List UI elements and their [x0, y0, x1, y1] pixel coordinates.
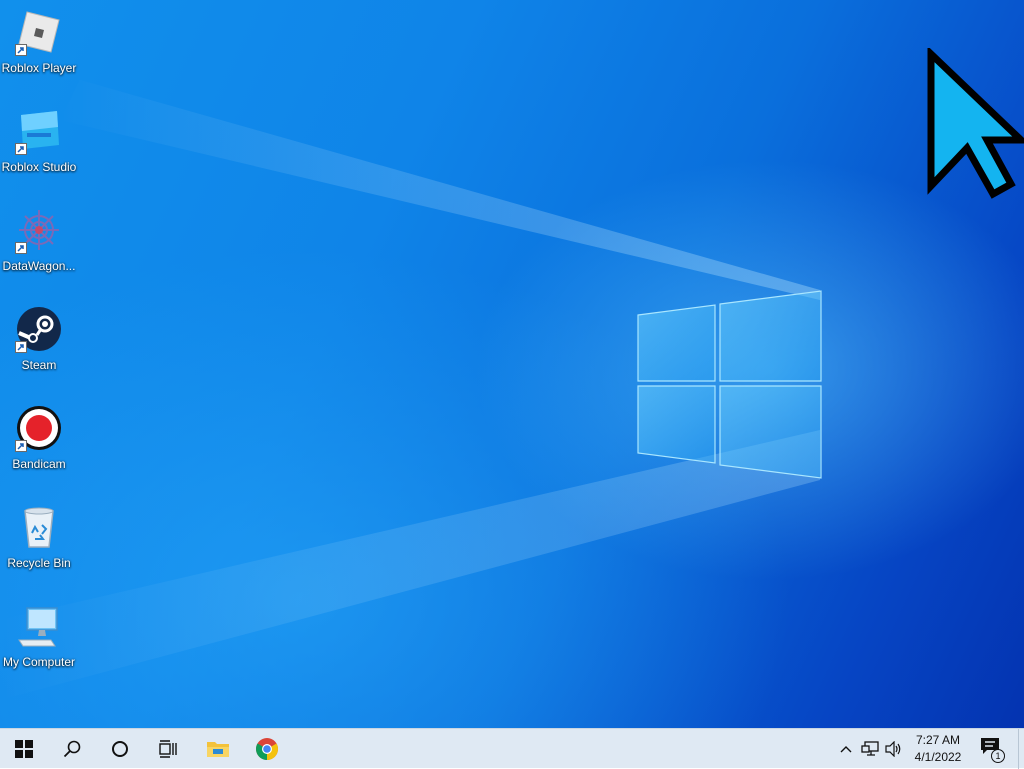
shortcut-arrow-icon — [15, 44, 27, 56]
steam-icon — [15, 305, 63, 353]
desktop[interactable]: Roblox Player Roblox Studio DataWagon...… — [0, 0, 1024, 728]
desktop-icon-my-computer[interactable]: My Computer — [0, 598, 78, 688]
bandicam-icon — [15, 404, 63, 452]
start-button[interactable] — [0, 729, 48, 769]
arrow-cursor-icon — [927, 48, 1024, 199]
desktop-icon-label: Roblox Player — [1, 61, 77, 75]
volume-button[interactable] — [884, 739, 904, 759]
desktop-icon-bandicam[interactable]: Bandicam — [0, 400, 78, 490]
desktop-icon-steam[interactable]: Steam — [0, 301, 78, 391]
chevron-up-icon — [840, 746, 852, 753]
chrome-button[interactable] — [243, 729, 291, 769]
clock-date: 4/1/2022 — [914, 750, 962, 764]
cortana-circle-icon — [112, 741, 128, 757]
desktop-icon-label: Steam — [21, 358, 57, 372]
desktop-icon-datawagon[interactable]: DataWagon... — [0, 202, 78, 292]
windows-logo-icon — [15, 740, 33, 758]
cortana-button[interactable] — [96, 729, 144, 769]
clock-time: 7:27 AM — [915, 733, 961, 747]
task-view-button[interactable] — [144, 729, 192, 769]
network-button[interactable] — [860, 739, 880, 759]
shortcut-arrow-icon — [15, 341, 27, 353]
roblox-studio-icon — [15, 107, 63, 155]
chrome-icon — [256, 738, 278, 760]
windows-logo-wallpaper — [637, 290, 822, 479]
computer-icon — [15, 602, 63, 650]
taskbar: 7:27 AM 4/1/2022 1 — [0, 728, 1024, 769]
desktop-icon-roblox-studio[interactable]: Roblox Studio — [0, 103, 78, 193]
task-view-icon — [159, 740, 177, 758]
search-button[interactable] — [48, 729, 96, 769]
datawagon-icon — [15, 206, 63, 254]
recycle-bin-icon — [15, 503, 63, 551]
desktop-icon-label: Bandicam — [12, 457, 66, 471]
desktop-icon-label: Roblox Studio — [1, 160, 77, 174]
show-hidden-icons-button[interactable] — [836, 739, 856, 759]
show-desktop-button[interactable] — [1018, 729, 1024, 769]
folder-icon — [207, 742, 229, 757]
desktop-icon-recycle-bin[interactable]: Recycle Bin — [0, 499, 78, 589]
notification-count-badge: 1 — [991, 749, 1005, 763]
shortcut-arrow-icon — [15, 440, 27, 452]
desktop-icon-label: My Computer — [2, 655, 76, 669]
desktop-icon-roblox-player[interactable]: Roblox Player — [0, 4, 78, 94]
shortcut-arrow-icon — [15, 143, 27, 155]
roblox-player-icon — [15, 8, 63, 56]
search-icon — [63, 740, 81, 758]
shortcut-arrow-icon — [15, 242, 27, 254]
wallpaper-light-beam — [0, 80, 820, 700]
desktop-icon-label: Recycle Bin — [7, 556, 71, 570]
clock-button[interactable]: 7:27 AM 4/1/2022 — [906, 732, 970, 766]
network-icon — [861, 741, 879, 756]
volume-icon — [885, 741, 901, 757]
desktop-icon-label: DataWagon... — [2, 259, 76, 273]
action-center-button[interactable]: 1 — [980, 737, 1006, 763]
file-explorer-button[interactable] — [194, 729, 242, 769]
